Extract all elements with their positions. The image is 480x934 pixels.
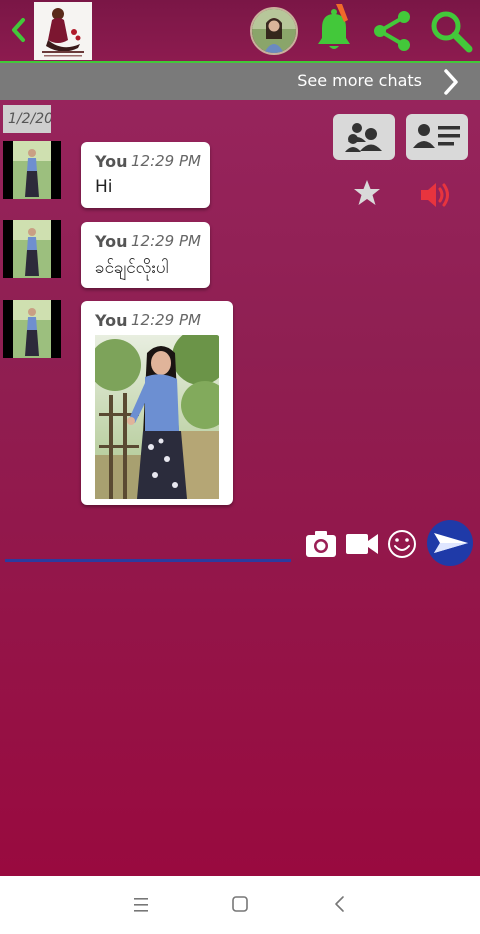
app-logo[interactable] (34, 2, 92, 60)
date-separator: 1/2/20 (3, 105, 51, 133)
group-button[interactable] (333, 114, 395, 160)
favorite-button[interactable] (352, 178, 382, 208)
back-arrow-icon (335, 896, 344, 912)
system-nav-bar (0, 876, 480, 934)
message-text: Hi (95, 177, 113, 197)
camera-button[interactable] (304, 527, 338, 561)
profile-avatar-image (252, 9, 296, 53)
message-text: ခင်ချင်လိုးပါ (95, 258, 169, 278)
search-icon (431, 11, 473, 53)
attached-photo[interactable] (95, 335, 219, 499)
home-square-icon (232, 896, 248, 912)
camera-icon (306, 531, 336, 557)
sender-thumbnail[interactable] (3, 220, 61, 278)
attached-photo-image (95, 335, 219, 499)
send-icon (427, 520, 473, 566)
send-button[interactable] (426, 519, 474, 567)
sender-photo (3, 141, 61, 199)
home-button[interactable] (228, 892, 252, 916)
share-icon (374, 11, 410, 51)
message-bubble[interactable]: You 12:29 PM ခင်ချင်လိုးပါ (81, 222, 210, 288)
contact-card-button[interactable] (406, 114, 468, 160)
video-camera-icon (346, 534, 378, 554)
message-sender: You (95, 152, 128, 171)
message-input[interactable] (5, 559, 291, 562)
sender-photo (3, 220, 61, 278)
emoji-button[interactable] (386, 527, 418, 561)
star-icon (354, 180, 380, 205)
see-more-chats-label: See more chats (297, 71, 422, 90)
message-time: 12:29 PM (131, 232, 201, 250)
contact-card-icon (413, 124, 460, 148)
sender-photo (3, 300, 61, 358)
message-sender: You (95, 232, 128, 251)
smiley-icon (388, 530, 416, 558)
sender-thumbnail[interactable] (3, 300, 61, 358)
chevron-right-icon (444, 69, 458, 95)
message-time: 12:29 PM (131, 311, 201, 329)
video-button[interactable] (344, 527, 380, 561)
menu-icon (134, 898, 148, 912)
message-time: 12:29 PM (131, 152, 201, 170)
sender-thumbnail[interactable] (3, 141, 61, 199)
photo-message-bubble[interactable]: You 12:29 PM (81, 301, 233, 505)
app-logo-icon (34, 2, 92, 60)
search-button[interactable] (428, 8, 474, 54)
back-button[interactable] (6, 14, 30, 46)
notification-button[interactable] (312, 4, 356, 54)
chat-screen: See more chats 1/2/20 You 12:29 PM Hi Yo… (0, 0, 480, 876)
share-button[interactable] (370, 8, 414, 54)
speaker-icon (421, 183, 449, 207)
top-app-bar (0, 0, 480, 63)
system-back-button[interactable] (330, 892, 350, 916)
sound-button[interactable] (418, 178, 452, 212)
chevron-left-icon (12, 18, 25, 42)
profile-avatar[interactable] (250, 7, 298, 55)
see-more-chats-bar[interactable]: See more chats (0, 63, 480, 100)
bell-icon (318, 4, 350, 49)
recent-apps-button[interactable] (128, 894, 154, 916)
group-icon (345, 123, 382, 152)
message-sender: You (95, 311, 128, 330)
message-bubble[interactable]: You 12:29 PM Hi (81, 142, 210, 208)
